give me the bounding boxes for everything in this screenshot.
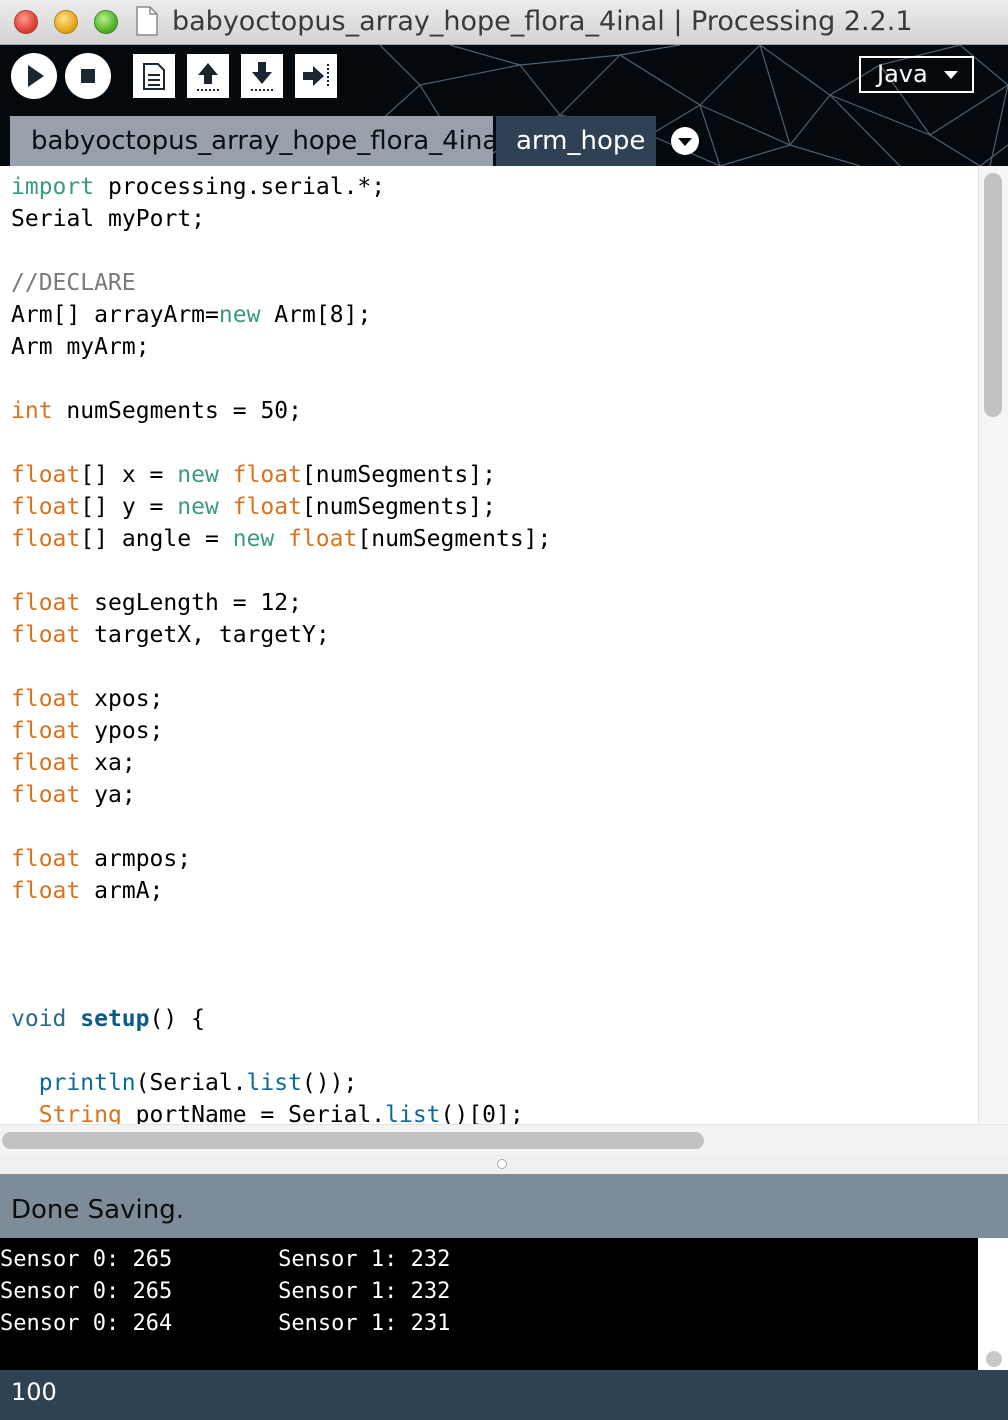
code-line: import processing.serial.*; — [11, 174, 386, 200]
stop-button[interactable] — [65, 53, 111, 99]
mode-label: Java — [877, 60, 928, 88]
vertical-scroll-thumb[interactable] — [984, 173, 1002, 417]
code-line: float xa; — [11, 750, 136, 776]
code-line: float ypos; — [11, 718, 164, 744]
code-line: float armA; — [11, 878, 164, 904]
tab-label: arm_hope — [516, 126, 646, 156]
open-sketch-button[interactable] — [187, 54, 229, 98]
horizontal-scroll-thumb[interactable] — [2, 1132, 704, 1149]
code-line: float targetX, targetY; — [11, 622, 330, 648]
export-button[interactable] — [295, 54, 337, 98]
status-message: Done Saving. — [11, 1195, 184, 1225]
code-line: void setup() { — [11, 1006, 205, 1032]
open-arrow-up-icon — [197, 63, 219, 91]
run-button[interactable] — [11, 53, 57, 99]
tab-arm-hope[interactable]: arm_hope — [496, 116, 656, 166]
tab-menu-button[interactable] — [671, 127, 699, 155]
save-arrow-down-icon — [251, 62, 273, 91]
new-sketch-button[interactable] — [133, 54, 175, 98]
code-line: Serial myPort; — [11, 206, 206, 232]
export-arrow-right-icon — [303, 64, 329, 88]
code-line: String portName = Serial.list()[0]; — [38, 1102, 524, 1124]
title-bar: babyoctopus_array_hope_flora_4inal | Pro… — [0, 0, 1008, 45]
document-icon — [136, 6, 158, 36]
new-file-icon — [143, 63, 165, 90]
splitter-handle[interactable] — [497, 1159, 507, 1169]
console-line: Sensor 0: 265 Sensor 1: 232 — [0, 1279, 451, 1304]
zoom-window-button[interactable] — [94, 10, 118, 34]
status-bar: Done Saving. — [0, 1174, 1008, 1238]
code-line: println(Serial.list()); — [38, 1070, 358, 1096]
code-line: //DECLARE — [11, 270, 136, 296]
console-scrollbar[interactable] — [978, 1238, 1008, 1370]
line-number: 100 — [11, 1378, 57, 1406]
code-line: float[] y = new float[numSegments]; — [11, 494, 496, 520]
close-window-button[interactable] — [14, 10, 38, 34]
save-sketch-button[interactable] — [241, 54, 283, 98]
play-icon — [28, 65, 44, 87]
line-number-bar: 100 — [0, 1370, 1008, 1420]
code-line: float ya; — [11, 782, 136, 808]
minimize-window-button[interactable] — [54, 10, 78, 34]
tab-main-sketch[interactable]: babyoctopus_array_hope_flora_4inal — [10, 116, 506, 166]
code-text: import processing.serial.*; Serial myPort… — [11, 171, 551, 1124]
code-editor[interactable]: import processing.serial.*; Serial myPort… — [0, 166, 978, 1124]
code-line: float armpos; — [11, 846, 192, 872]
code-line: Arm myArm; — [11, 334, 150, 360]
window-title: babyoctopus_array_hope_flora_4inal | Pro… — [172, 6, 913, 37]
console-line: Sensor 0: 264 Sensor 1: 231 — [0, 1311, 451, 1336]
console-scroll-thumb[interactable] — [986, 1351, 1002, 1367]
console-output[interactable]: Sensor 0: 265 Sensor 1: 232 Sensor 0: 26… — [0, 1238, 978, 1370]
code-line: int numSegments = 50; — [11, 398, 303, 424]
stop-icon — [81, 69, 95, 83]
code-line: float[] x = new float[numSegments]; — [11, 462, 496, 488]
chevron-down-icon — [678, 138, 692, 146]
code-line: float[] angle = new float[numSegments]; — [11, 526, 552, 552]
code-line: Arm[] arrayArm=new Arm[8]; — [11, 302, 372, 328]
chevron-down-icon — [944, 71, 958, 79]
code-line: float xpos; — [11, 686, 164, 712]
tab-label: babyoctopus_array_hope_flora_4inal — [31, 126, 506, 156]
console-line: Sensor 0: 265 Sensor 1: 232 — [0, 1247, 451, 1272]
code-line: float segLength = 12; — [11, 590, 302, 616]
mode-selector[interactable]: Java — [859, 56, 974, 93]
toolbar: Java babyoctopus_array_hope_flora_4inal … — [0, 45, 1008, 166]
